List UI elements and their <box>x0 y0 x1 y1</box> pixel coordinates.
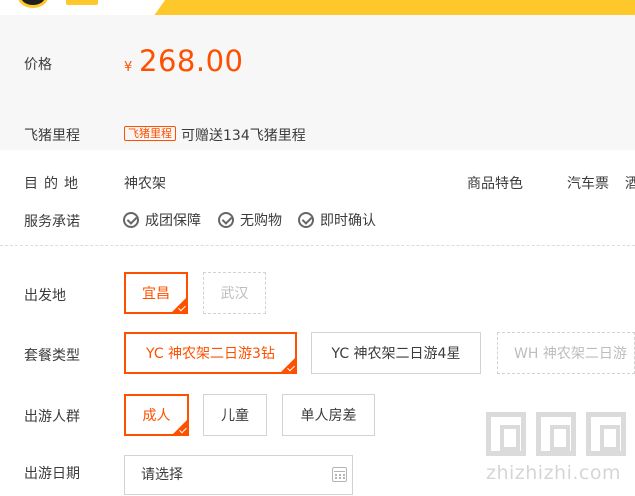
option-text: 单人房差 <box>300 408 357 424</box>
promise-text: 成团保障 <box>145 213 201 229</box>
option-text: WH 神农架二日游 <box>514 346 627 362</box>
departure-option-yichang[interactable]: 宜昌 <box>124 272 188 314</box>
mileage-section <box>0 115 635 150</box>
selected-check-corner-icon <box>173 420 187 434</box>
brand-yellow-band <box>154 0 635 15</box>
mileage-text: 可赠送134飞猪里程 <box>181 128 306 144</box>
features-value-cut: 酒 <box>625 176 635 192</box>
promise-group-guarantee: 成团保障 <box>123 211 201 229</box>
selected-check-corner-icon <box>281 358 295 372</box>
option-text: 武汉 <box>220 286 249 302</box>
package-option-wh[interactable]: WH 神农架二日游 <box>497 332 635 374</box>
features-value: 汽车票 <box>567 176 609 192</box>
group-option-single-room[interactable]: 单人房差 <box>282 394 375 436</box>
option-text: YC 神农架二日游4星 <box>331 346 461 362</box>
watermark-logo-icon <box>586 412 626 456</box>
section-divider <box>0 245 635 246</box>
group-label: 出游人群 <box>24 409 80 425</box>
watermark-text: zhizhizhi.com <box>486 462 622 484</box>
selected-check-corner-icon <box>172 298 186 312</box>
features-label: 商品特色 <box>467 176 523 192</box>
promise-text: 即时确认 <box>320 213 376 229</box>
watermark-logo-icon <box>536 412 576 456</box>
service-label: 服务承诺 <box>24 214 80 230</box>
mileage-label: 飞猪里程 <box>24 128 80 144</box>
check-circle-icon <box>218 212 234 228</box>
top-banner <box>0 0 635 15</box>
brand-logo-fragment <box>66 0 98 5</box>
check-circle-icon <box>123 212 139 228</box>
option-text: YC 神农架二日游3钻 <box>146 346 275 362</box>
package-option-yc-3diamond[interactable]: YC 神农架二日游3钻 <box>124 332 297 374</box>
price-amount: 268.00 <box>139 44 244 78</box>
departure-label: 出发地 <box>24 288 66 304</box>
mileage-badge: 飞猪里程 <box>124 126 176 141</box>
option-text: 宜昌 <box>142 286 170 302</box>
package-option-yc-4star[interactable]: YC 神农架二日游4星 <box>311 332 481 374</box>
destination-value: 神农架 <box>124 176 166 192</box>
fliggy-logo-icon <box>18 0 48 8</box>
date-label: 出游日期 <box>24 466 80 482</box>
price-label: 价格 <box>24 57 52 73</box>
destination-label: 目的地 <box>24 176 84 192</box>
price-section <box>0 15 635 115</box>
option-text: 儿童 <box>221 408 249 424</box>
option-text: 成人 <box>142 408 171 424</box>
watermark-logo-icon <box>486 412 526 456</box>
promise-instant-confirm: 即时确认 <box>298 211 376 229</box>
currency-symbol: ¥ <box>124 60 133 75</box>
check-circle-icon <box>298 212 314 228</box>
promise-no-shopping: 无购物 <box>218 211 282 229</box>
promise-text: 无购物 <box>240 213 282 229</box>
departure-option-wuhan[interactable]: 武汉 <box>203 272 266 314</box>
group-option-adult[interactable]: 成人 <box>124 394 189 436</box>
watermark: zhizhizhi.com <box>482 408 632 494</box>
package-label: 套餐类型 <box>24 348 80 364</box>
date-picker-input[interactable] <box>124 455 353 495</box>
group-option-child[interactable]: 儿童 <box>203 394 267 436</box>
calendar-icon[interactable] <box>332 467 347 482</box>
